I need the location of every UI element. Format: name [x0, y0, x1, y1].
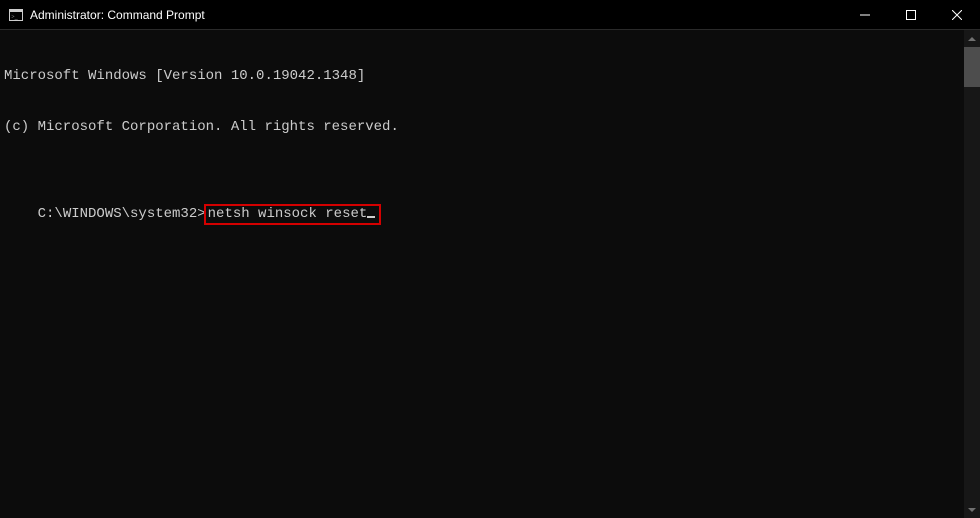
app-icon: >_: [8, 7, 24, 23]
command-highlight: netsh winsock reset: [204, 204, 382, 225]
version-line: Microsoft Windows [Version 10.0.19042.13…: [4, 68, 980, 85]
command-prompt-window: >_ Administrator: Command Prompt Microso…: [0, 0, 980, 518]
console-output[interactable]: Microsoft Windows [Version 10.0.19042.13…: [0, 30, 980, 518]
close-button[interactable]: [934, 0, 980, 29]
blank-line: [4, 170, 980, 187]
titlebar[interactable]: >_ Administrator: Command Prompt: [0, 0, 980, 30]
scrollbar-track[interactable]: [964, 47, 980, 501]
maximize-button[interactable]: [888, 0, 934, 29]
copyright-line: (c) Microsoft Corporation. All rights re…: [4, 119, 980, 136]
prompt-line: C:\WINDOWS\system32>netsh winsock reset: [38, 204, 382, 225]
minimize-button[interactable]: [842, 0, 888, 29]
caption-buttons: [842, 0, 980, 29]
vertical-scrollbar[interactable]: [964, 30, 980, 518]
svg-text:>_: >_: [11, 14, 18, 20]
prompt-path: C:\WINDOWS\system32>: [38, 206, 206, 222]
scroll-up-button[interactable]: [964, 30, 980, 47]
scrollbar-thumb[interactable]: [964, 47, 980, 87]
typed-command: netsh winsock reset: [208, 206, 368, 222]
scroll-down-button[interactable]: [964, 501, 980, 518]
window-title: Administrator: Command Prompt: [30, 8, 205, 22]
text-cursor: [367, 216, 375, 218]
